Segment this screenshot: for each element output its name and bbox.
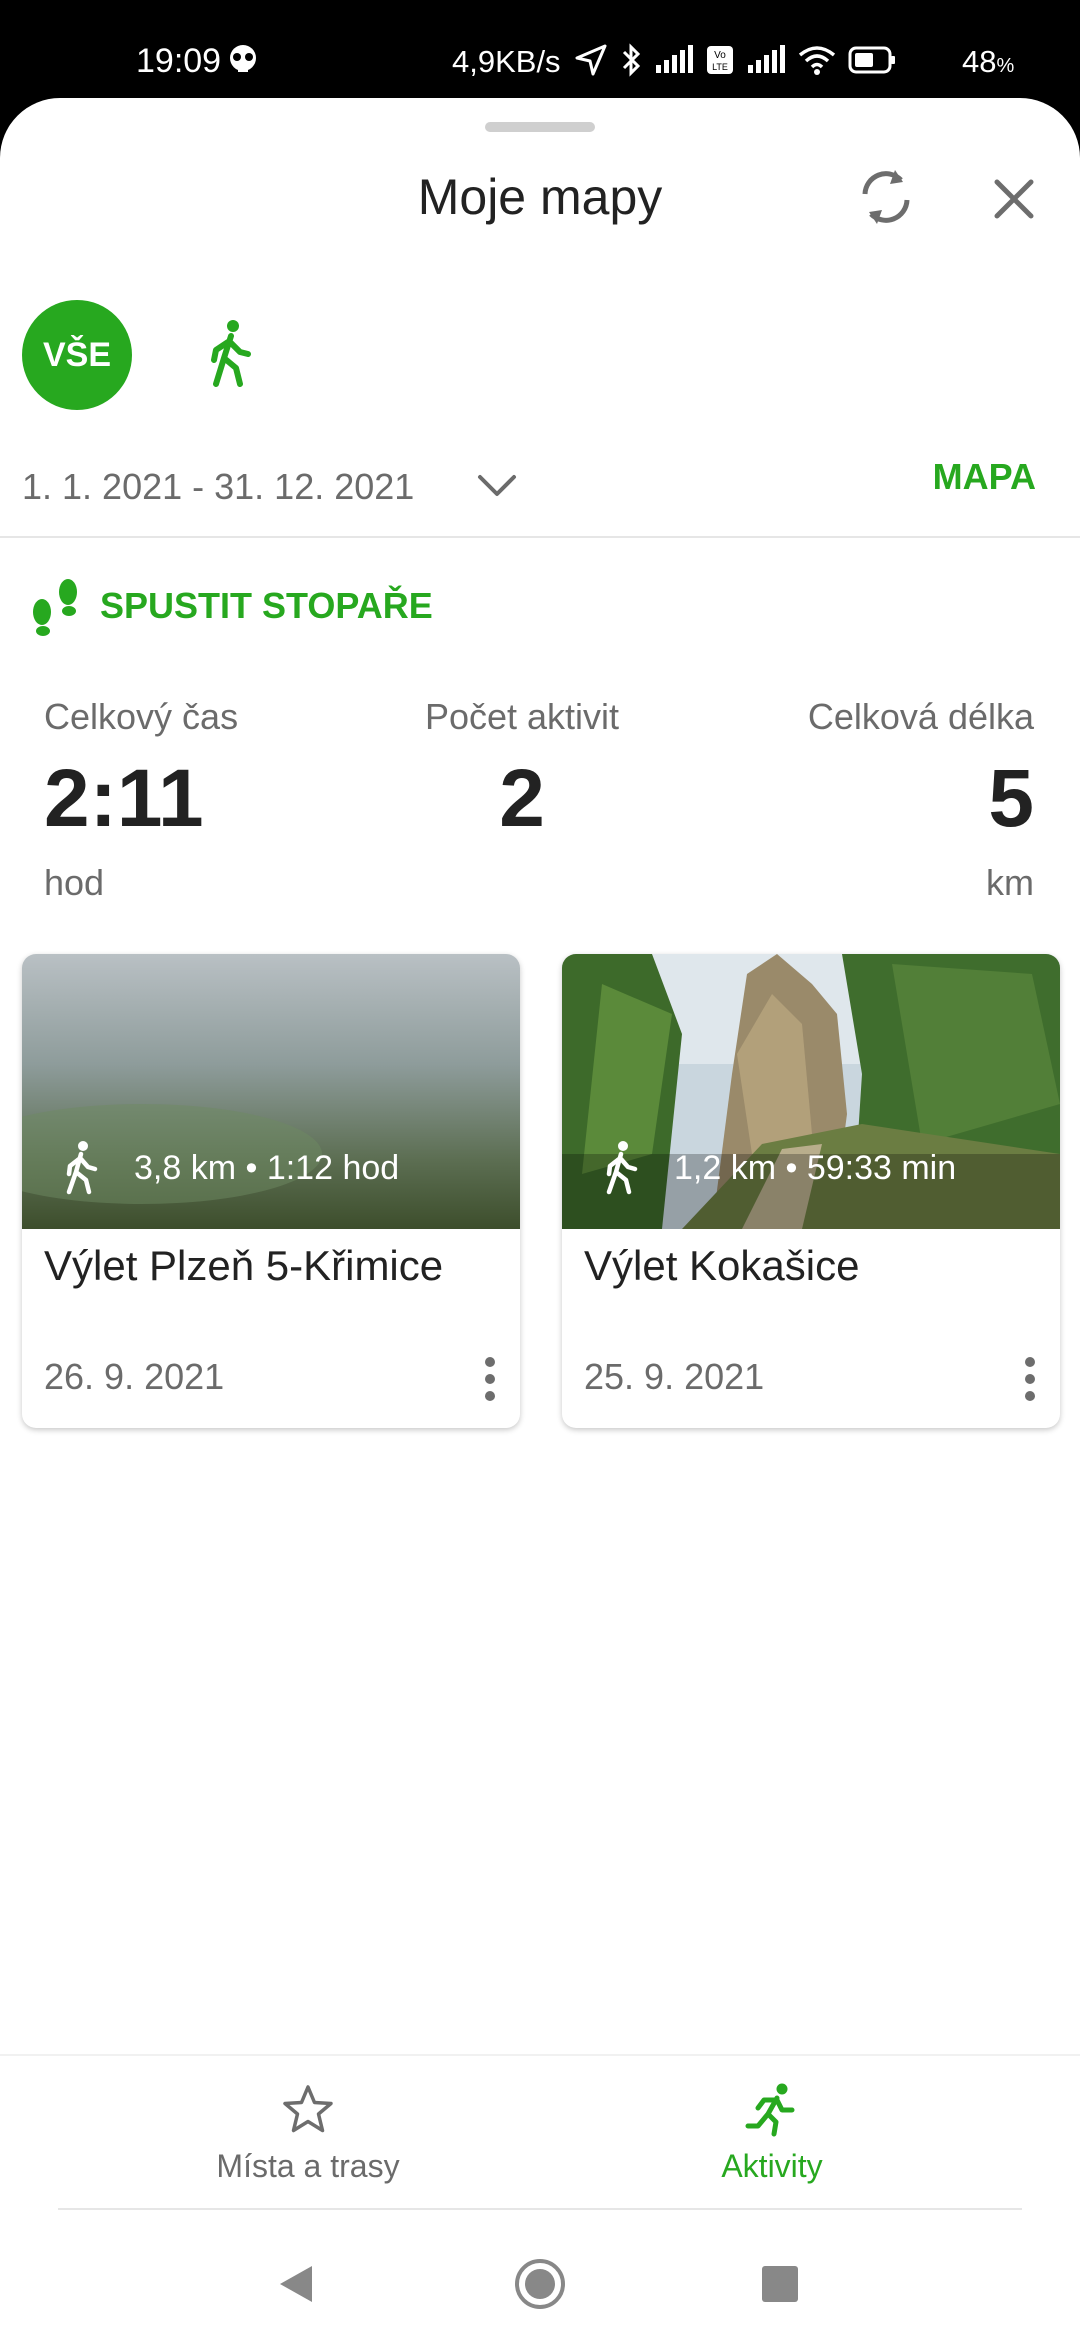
activity-date: 25. 9. 2021 <box>584 1356 765 1397</box>
walk-icon <box>606 1141 638 1195</box>
signal-icon <box>748 45 785 73</box>
chevron-down-icon[interactable] <box>476 468 518 502</box>
stat-label: Počet aktivit <box>424 696 620 737</box>
footprints-icon <box>33 579 77 636</box>
home-icon[interactable] <box>514 2258 566 2310</box>
status-icons: Vo LTE <box>574 40 896 80</box>
stat-unit: hod <box>44 862 105 903</box>
back-icon[interactable] <box>278 2264 314 2304</box>
svg-text:Vo: Vo <box>714 50 726 61</box>
battery-percent-unit: % <box>996 55 1015 77</box>
divider <box>0 536 1080 538</box>
nav-activities[interactable]: Aktivity <box>622 2082 922 2185</box>
more-vert-icon[interactable] <box>482 1354 498 1404</box>
walk-icon <box>66 1141 98 1195</box>
sheet-grabber[interactable] <box>485 122 595 132</box>
activity-card[interactable]: 3,8 km • 1:12 hod Výlet Plzeň 5-Křimice … <box>22 954 520 1428</box>
svg-text:LTE: LTE <box>712 62 728 72</box>
sync-icon[interactable] <box>855 164 917 230</box>
stat-unit: km <box>986 862 1034 903</box>
map-button[interactable]: MAPA <box>933 456 1036 498</box>
stat-total-time: Celkový čas 2:11 hod <box>44 696 238 904</box>
stat-value: 5 <box>988 753 1034 844</box>
status-bar: 19:09 4,9KB/s Vo LTE 48% <box>0 0 1080 110</box>
system-navigation <box>0 2210 1080 2340</box>
activity-stats: 3,8 km • 1:12 hod <box>134 1148 400 1187</box>
bottom-navigation: Místa a trasy Aktivity <box>0 2054 1080 2208</box>
stat-label: Celkový čas <box>44 696 239 737</box>
location-arrow-icon <box>575 44 607 76</box>
volte-icon: VoLTE <box>707 46 733 74</box>
activity-overlay: 3,8 km • 1:12 hod <box>60 1140 399 1196</box>
nav-activities-label: Aktivity <box>721 2148 823 2184</box>
activity-stats: 1,2 km • 59:33 min <box>674 1148 957 1187</box>
activity-title: Výlet Plzeň 5-Křimice <box>44 1242 444 1289</box>
close-icon[interactable] <box>989 174 1039 224</box>
recents-icon[interactable] <box>762 2266 798 2302</box>
stat-value: 2:11 <box>44 753 204 844</box>
bluetooth-icon <box>622 43 641 77</box>
page-title: Moje mapy <box>417 169 663 225</box>
start-tracker-button[interactable]: SPUSTIT STOPAŘE <box>28 576 433 636</box>
nav-places[interactable]: Místa a trasy <box>158 2082 458 2185</box>
start-tracker-label: SPUSTIT STOPAŘE <box>100 585 433 626</box>
nav-places-label: Místa a trasy <box>216 2148 400 2184</box>
activity-card[interactable]: 1,2 km • 59:33 min Výlet Kokašice 25. 9.… <box>562 954 1060 1428</box>
my-maps-sheet: Moje mapy VŠE 1. 1. 2021 - 31. 12. 2021 … <box>0 98 1080 2340</box>
filter-all-button[interactable]: VŠE <box>22 300 132 410</box>
activity-title: Výlet Kokašice <box>584 1242 860 1289</box>
battery-percent: 48% <box>962 44 1014 80</box>
more-vert-icon[interactable] <box>1022 1354 1038 1404</box>
activity-overlay: 1,2 km • 59:33 min <box>600 1140 956 1196</box>
signal-icon <box>656 45 693 73</box>
walk-icon[interactable] <box>200 318 260 388</box>
star-icon <box>283 2085 333 2133</box>
stat-total-length: Celková délka 5 km <box>784 696 1080 904</box>
date-range[interactable]: 1. 1. 2021 - 31. 12. 2021 <box>22 466 414 508</box>
status-time: 19:09 <box>136 42 222 80</box>
battery-icon <box>848 46 895 74</box>
stat-activity-count: Počet aktivit 2 <box>416 696 628 840</box>
skull-icon <box>230 45 256 72</box>
network-speed: 4,9KB/s <box>452 44 561 79</box>
stat-value: 2 <box>499 753 545 844</box>
activity-date: 26. 9. 2021 <box>44 1356 225 1397</box>
battery-percent-value: 48 <box>962 44 997 79</box>
wifi-icon <box>798 46 836 75</box>
stat-label: Celková délka <box>807 696 1034 737</box>
running-icon <box>745 2083 795 2137</box>
